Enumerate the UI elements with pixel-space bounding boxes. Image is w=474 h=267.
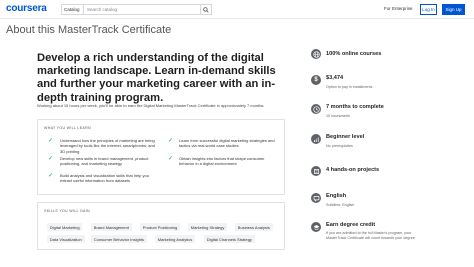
feature-subtitle: Option to pay in installments	[326, 85, 373, 89]
check-icon: ✓	[168, 156, 174, 162]
feature-subtitle: If you are admitted to the full Master's…	[326, 231, 412, 235]
check-icon: ✓	[48, 138, 54, 144]
skill-tag[interactable]: Marketing Strategy	[188, 223, 228, 231]
search-input[interactable]: Search catalog	[83, 4, 201, 15]
about-title: About this MasterTrack Certificate	[6, 24, 172, 36]
learn-item: Build analysis and visualization skills …	[60, 173, 149, 184]
project-icon	[311, 166, 321, 176]
check-icon: ✓	[48, 156, 54, 162]
check-icon: ✓	[168, 138, 174, 144]
signup-button[interactable]: Sign Up	[442, 4, 465, 15]
learn-item: Obtain insights into factors that shape …	[179, 156, 265, 167]
headline: Develop a rich understanding of the digi…	[37, 52, 276, 104]
feature-subtitle: MasterTrack Certificate will count towar…	[326, 236, 415, 240]
feature-title: 4 hands-on projects	[326, 167, 380, 173]
coursera-logo[interactable]: coursera	[6, 3, 47, 14]
skill-tag[interactable]: Data Visualization	[47, 235, 85, 243]
feature-title: $3,474	[326, 75, 344, 81]
globe-icon	[311, 49, 321, 59]
learn-item: Learn from successful digital marketing …	[179, 138, 275, 149]
feature-title: 7 months to complete	[326, 104, 384, 110]
dollar-icon: $	[311, 75, 321, 85]
check-icon: ✓	[48, 173, 54, 179]
learn-item: Develop new skills in brand management, …	[60, 156, 149, 167]
skill-tag[interactable]: Digital Channels Strategy	[204, 235, 255, 243]
intro-text: Working about 15 hours per week, you'll …	[37, 103, 265, 108]
feature-title: 100% online courses	[326, 51, 382, 57]
feature-title: Earn degree credit	[326, 222, 376, 228]
catalog-dropdown[interactable]: Catalog	[61, 4, 83, 15]
feature-subtitle: Subtitles: English	[326, 203, 355, 207]
skill-tag[interactable]: Marketing Analytics	[155, 235, 196, 243]
feature-subtitle: 15 hours/week	[326, 114, 350, 118]
learn-item: Understand how the principles of marketi…	[60, 138, 155, 154]
skill-tag[interactable]: Digital Marketing	[47, 223, 83, 231]
what-you-will-learn-box: WHAT YOU WILL LEARN ✓ Understand how the…	[37, 119, 285, 195]
feature-title: Beginner level	[326, 134, 365, 140]
skill-tag[interactable]: Consumer Behavior Insights	[91, 235, 147, 243]
skill-tag[interactable]: Product Positioning	[140, 223, 181, 231]
credit-icon	[311, 222, 321, 232]
skills-you-will-gain-box: SKILLS YOU WILL GAIN Digital Marketing B…	[37, 202, 285, 250]
for-enterprise-link[interactable]: For Enterprise	[384, 6, 413, 11]
skill-tag[interactable]: Business Analysis	[235, 223, 273, 231]
skills-box-title: SKILLS YOU WILL GAIN	[44, 209, 90, 213]
login-button[interactable]: Log In	[420, 4, 437, 15]
feature-title: English	[326, 193, 347, 199]
search-button[interactable]	[201, 4, 212, 15]
clock-icon	[311, 104, 321, 114]
learn-box-title: WHAT YOU WILL LEARN	[44, 126, 91, 130]
top-nav: coursera Catalog Search catalog For Ente…	[0, 0, 474, 19]
feature-subtitle: No prerequisites	[326, 144, 353, 148]
skill-tag[interactable]: Brand Management	[91, 223, 132, 231]
language-icon	[311, 193, 321, 203]
level-icon	[311, 134, 321, 144]
search-icon	[203, 6, 209, 13]
